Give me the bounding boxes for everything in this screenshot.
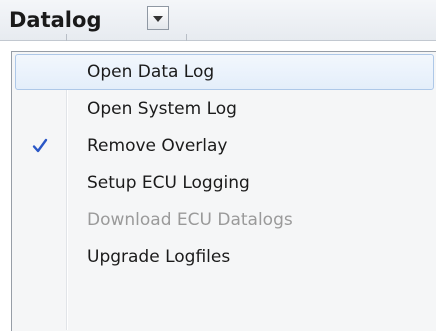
menu-item-open-system-log[interactable]: Open System Log bbox=[15, 91, 434, 127]
menu-item-upgrade-logfiles[interactable]: Upgrade Logfiles bbox=[15, 239, 434, 275]
toolbar: Datalog bbox=[0, 0, 436, 41]
toolbar-separator bbox=[186, 34, 187, 41]
checkmark-icon bbox=[32, 138, 48, 153]
datalog-popup-menu: Open Data Log Open System Log Remove Ove… bbox=[11, 51, 436, 331]
menu-item-download-ecu-datalogs: Download ECU Datalogs bbox=[15, 202, 434, 238]
toolbar-separator bbox=[66, 34, 67, 41]
menu-item-open-data-log[interactable]: Open Data Log bbox=[15, 54, 434, 90]
chevron-down-icon bbox=[153, 16, 163, 22]
menu-item-label: Open System Log bbox=[87, 99, 237, 119]
menu-item-label: Download ECU Datalogs bbox=[87, 210, 293, 230]
menu-item-label: Upgrade Logfiles bbox=[87, 247, 231, 267]
datalog-dropdown-button[interactable] bbox=[147, 6, 169, 30]
app-root: Datalog Open Data Log Open System Log Re… bbox=[0, 0, 436, 331]
menu-item-label: Open Data Log bbox=[87, 62, 215, 82]
menu-item-label: Remove Overlay bbox=[87, 136, 228, 156]
menu-item-label: Setup ECU Logging bbox=[87, 173, 250, 193]
datalog-menu-title[interactable]: Datalog bbox=[9, 8, 101, 32]
menu-item-remove-overlay[interactable]: Remove Overlay bbox=[15, 128, 434, 164]
menu-item-setup-ecu-logging[interactable]: Setup ECU Logging bbox=[15, 165, 434, 201]
